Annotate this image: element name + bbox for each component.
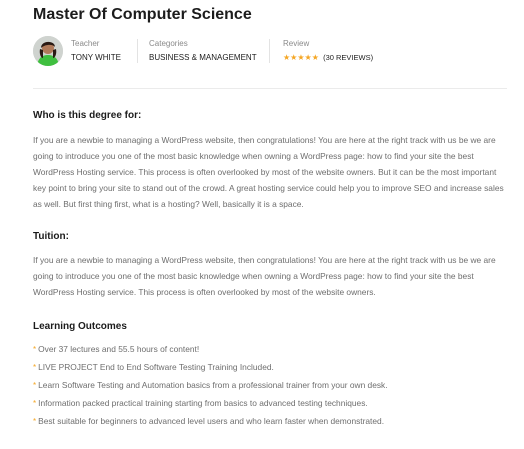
bullet-icon: * — [33, 345, 37, 354]
outcomes-section-title: Learning Outcomes — [33, 321, 127, 332]
who-section-title: Who is this degree for: — [33, 110, 142, 121]
outcome-text: Best suitable for beginners to advanced … — [38, 416, 385, 426]
categories-info: Categories BUSINESS & MANAGEMENT — [149, 39, 257, 64]
list-item: * Information packed practical training s… — [33, 397, 507, 415]
bullet-icon: * — [33, 363, 37, 372]
teacher-name[interactable]: TONY WHITE — [71, 52, 121, 64]
categories-value[interactable]: BUSINESS & MANAGEMENT — [149, 52, 257, 64]
teacher-photo-icon — [33, 36, 63, 66]
outcome-text: Over 37 lectures and 55.5 hours of conte… — [38, 344, 200, 354]
review-rating: ★★★★★ (30 REVIEWS) — [283, 52, 373, 64]
outcome-text: LIVE PROJECT End to End Software Testing… — [38, 362, 274, 372]
meta-divider — [269, 39, 270, 63]
review-label: Review — [283, 39, 310, 48]
bullet-icon: * — [33, 381, 37, 390]
outcome-text: Learn Software Testing and Automation ba… — [38, 380, 388, 390]
list-item: * Learn Software Testing and Automation b… — [33, 379, 507, 397]
categories-label: Categories — [149, 39, 188, 48]
teacher-avatar[interactable] — [33, 36, 63, 66]
list-item: * Best suitable for beginners to advanced… — [33, 415, 507, 433]
bullet-icon: * — [33, 399, 37, 408]
meta-divider — [137, 39, 138, 63]
review-info: Review ★★★★★ (30 REVIEWS) — [283, 39, 373, 64]
list-item: * LIVE PROJECT End to End Software Testin… — [33, 361, 507, 379]
tuition-section-title: Tuition: — [33, 231, 69, 242]
teacher-label: Teacher — [71, 39, 100, 48]
course-title: Master Of Computer Science — [33, 6, 252, 23]
course-meta: Teacher TONY WHITE Categories BUSINESS &… — [33, 36, 511, 68]
tuition-section-text: If you are a newbie to managing a WordPr… — [33, 255, 496, 297]
star-rating-icon: ★★★★★ — [283, 53, 319, 62]
teacher-info: Teacher TONY WHITE — [71, 39, 121, 64]
outcome-text: Information packed practical training st… — [38, 398, 368, 408]
bullet-icon: * — [33, 417, 37, 426]
who-section-text: If you are a newbie to managing a WordPr… — [33, 135, 504, 209]
header-divider — [33, 88, 507, 89]
outcomes-list: * Over 37 lectures and 55.5 hours of cont… — [33, 343, 507, 433]
review-count: (30 REVIEWS) — [323, 53, 374, 62]
list-item: * Over 37 lectures and 55.5 hours of cont… — [33, 343, 507, 361]
